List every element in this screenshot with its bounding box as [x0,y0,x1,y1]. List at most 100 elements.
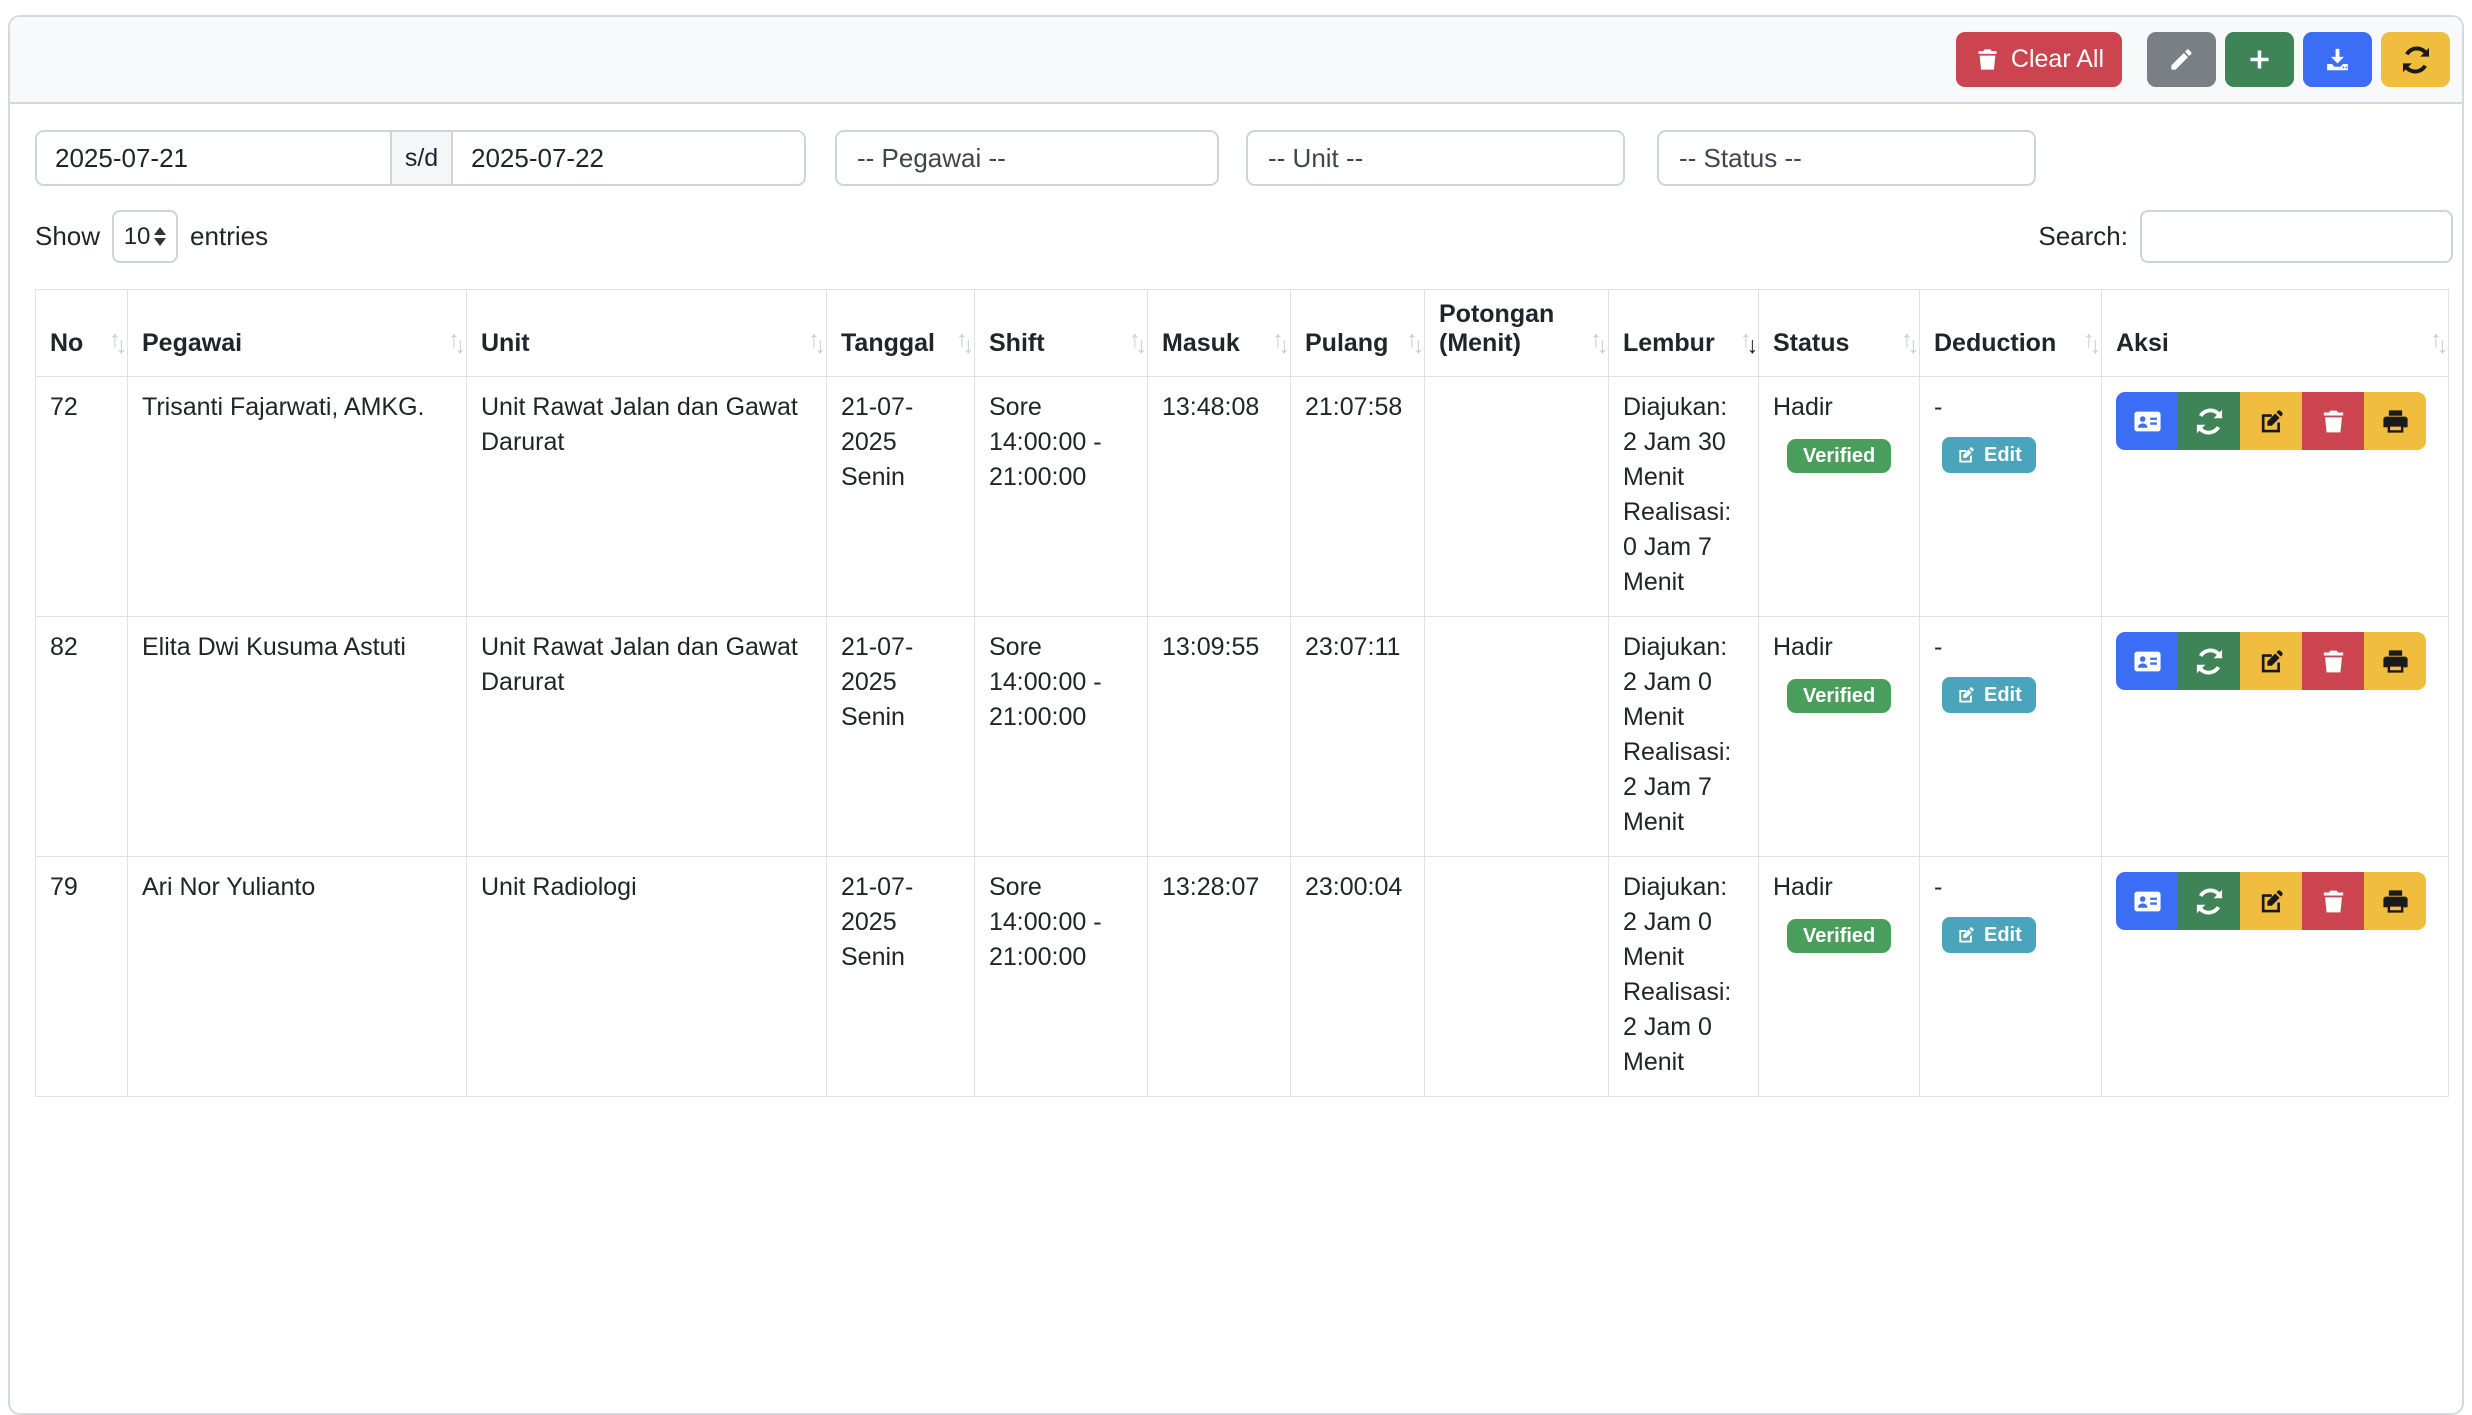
page-size-group: Show 10 entries [35,210,268,263]
refresh-icon [2401,45,2431,75]
cell-status: Hadir Verified [1759,857,1920,1097]
refresh-button[interactable] [2381,32,2450,87]
edit-icon [1956,445,1976,465]
deduction-value: - [1934,390,2087,425]
edit-row-button[interactable] [2240,392,2302,450]
clear-all-button[interactable]: Clear All [1956,32,2122,87]
entries-label: entries [190,221,268,252]
deduction-edit-button[interactable]: Edit [1942,677,2036,713]
date-from-input[interactable] [37,132,390,184]
detail-card-button[interactable] [2116,632,2178,690]
trash-icon [2319,407,2348,436]
status-text: Hadir [1773,870,1905,905]
trash-icon [2319,887,2348,916]
sync-button[interactable] [2178,632,2240,690]
table-controls-row: Show 10 entries Search: [35,210,2453,263]
search-input[interactable] [2140,210,2453,263]
column-header-shift[interactable]: Shift↑↓ [975,290,1148,377]
status-text: Hadir [1773,390,1905,425]
delete-row-button[interactable] [2302,392,2364,450]
sync-button[interactable] [2178,872,2240,930]
detail-card-button[interactable] [2116,392,2178,450]
unit-filter-select[interactable]: -- Unit -- [1246,130,1625,186]
search-group: Search: [2038,210,2453,263]
edit-icon [2257,647,2286,676]
edit-icon [1956,925,1976,945]
column-header-no[interactable]: No↑↓ [36,290,128,377]
edit-row-button[interactable] [2240,632,2302,690]
page-size-select[interactable]: 10 [112,210,178,263]
lembur-realisasi: Realisasi: 2 Jam 7 Menit [1623,735,1744,840]
lembur-realisasi: Realisasi: 0 Jam 7 Menit [1623,495,1744,600]
sort-icon: ↑↓ [1590,329,1603,356]
cell-masuk: 13:09:55 [1148,617,1291,857]
sort-icon: ↑↓ [956,329,969,356]
table-header-row: No↑↓ Pegawai↑↓ Unit↑↓ Tanggal↑↓ Shift↑↓ … [36,290,2449,377]
date-to-input[interactable] [453,132,804,184]
detail-card-button[interactable] [2116,872,2178,930]
cell-shift: Sore 14:00:00 - 21:00:00 [975,617,1148,857]
cell-masuk: 13:48:08 [1148,377,1291,617]
verified-badge: Verified [1787,679,1891,713]
delete-row-button[interactable] [2302,872,2364,930]
print-row-button[interactable] [2364,872,2426,930]
cell-lembur: Diajukan: 2 Jam 0 MenitRealisasi: 2 Jam … [1609,617,1759,857]
cell-unit: Unit Radiologi [467,857,827,1097]
column-header-lembur[interactable]: Lembur↑↓ [1609,290,1759,377]
lembur-diajukan: Diajukan: 2 Jam 30 Menit [1623,390,1744,495]
print-icon [2381,407,2410,436]
cell-potongan [1425,377,1609,617]
column-header-pegawai[interactable]: Pegawai↑↓ [128,290,467,377]
sync-icon [2195,887,2224,916]
column-header-potongan[interactable]: Potongan (Menit)↑↓ [1425,290,1609,377]
edit-icon [2257,407,2286,436]
add-button[interactable] [2225,32,2294,87]
table-row: 79 Ari Nor Yulianto Unit Radiologi 21-07… [36,857,2449,1097]
id-card-icon [2133,407,2162,436]
cell-status: Hadir Verified [1759,377,1920,617]
cell-pegawai: Trisanti Fajarwati, AMKG. [128,377,467,617]
column-header-pulang[interactable]: Pulang↑↓ [1291,290,1425,377]
attendance-table: No↑↓ Pegawai↑↓ Unit↑↓ Tanggal↑↓ Shift↑↓ … [35,289,2449,1097]
sync-icon [2195,407,2224,436]
action-button-group [2116,872,2426,930]
column-header-masuk[interactable]: Masuk↑↓ [1148,290,1291,377]
cell-aksi [2102,617,2449,857]
pegawai-filter-select[interactable]: -- Pegawai -- [835,130,1219,186]
cell-potongan [1425,617,1609,857]
action-button-group [2116,392,2426,450]
download-button[interactable] [2303,32,2372,87]
deduction-edit-button[interactable]: Edit [1942,917,2036,953]
verified-badge: Verified [1787,919,1891,953]
cell-masuk: 13:28:07 [1148,857,1291,1097]
status-filter-select[interactable]: -- Status -- [1657,130,2036,186]
verified-badge: Verified [1787,439,1891,473]
edit-mode-button[interactable] [2147,32,2216,87]
deduction-value: - [1934,870,2087,905]
cell-pulang: 23:07:11 [1291,617,1425,857]
table-row: 82 Elita Dwi Kusuma Astuti Unit Rawat Ja… [36,617,2449,857]
sync-button[interactable] [2178,392,2240,450]
filter-row: s/d -- Pegawai -- -- Unit -- -- Status -… [35,130,2453,186]
show-label: Show [35,221,100,252]
edit-row-button[interactable] [2240,872,2302,930]
cell-pegawai: Elita Dwi Kusuma Astuti [128,617,467,857]
column-header-deduction[interactable]: Deduction↑↓ [1920,290,2102,377]
print-row-button[interactable] [2364,392,2426,450]
trash-icon [1974,46,2001,73]
cell-shift: Sore 14:00:00 - 21:00:00 [975,857,1148,1097]
column-header-tanggal[interactable]: Tanggal↑↓ [827,290,975,377]
sort-icon: ↑↓ [2083,329,2096,356]
column-header-aksi[interactable]: Aksi↑↓ [2102,290,2449,377]
delete-row-button[interactable] [2302,632,2364,690]
sort-desc-icon: ↑↓ [1740,329,1753,356]
select-spinner-icon [154,227,166,246]
cell-pulang: 21:07:58 [1291,377,1425,617]
column-header-unit[interactable]: Unit↑↓ [467,290,827,377]
deduction-edit-button[interactable]: Edit [1942,437,2036,473]
lembur-diajukan: Diajukan: 2 Jam 0 Menit [1623,870,1744,975]
cell-no: 79 [36,857,128,1097]
column-header-status[interactable]: Status↑↓ [1759,290,1920,377]
print-row-button[interactable] [2364,632,2426,690]
cell-tanggal: 21-07-2025 Senin [827,857,975,1097]
